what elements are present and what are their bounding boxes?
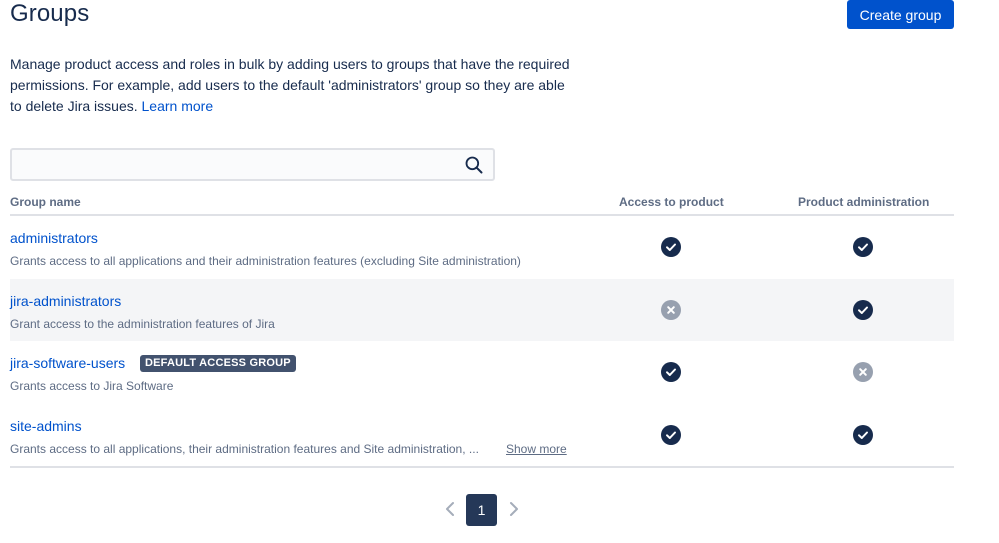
group-description: Grants access to Jira Software (10, 379, 174, 393)
table-row: site-admins Grants access to all applica… (10, 404, 954, 466)
page-title: Groups (10, 0, 90, 27)
column-header-group-name[interactable]: Group name (10, 195, 81, 209)
admin-granted-icon (853, 237, 873, 257)
chevron-right-icon[interactable] (506, 499, 522, 519)
pagination-page-current[interactable]: 1 (466, 494, 497, 526)
admin-denied-icon (853, 362, 873, 382)
search-box[interactable] (10, 148, 495, 181)
admin-granted-icon (853, 300, 873, 320)
table-row: administrators Grants access to all appl… (10, 216, 954, 278)
page-description: Manage product access and roles in bulk … (10, 54, 570, 117)
show-more-link[interactable]: Show more (506, 442, 567, 456)
group-description: Grant access to the administration featu… (10, 317, 275, 331)
search-input[interactable] (18, 154, 458, 175)
column-header-admin: Product administration (798, 195, 930, 209)
group-description: Grants access to all applications and th… (10, 254, 521, 268)
learn-more-link[interactable]: Learn more (142, 98, 214, 114)
group-name-link[interactable]: jira-software-users (10, 355, 125, 371)
access-granted-icon (661, 237, 681, 257)
admin-granted-icon (853, 425, 873, 445)
access-granted-icon (661, 425, 681, 445)
chevron-left-icon[interactable] (442, 499, 458, 519)
default-access-group-badge: DEFAULT ACCESS GROUP (140, 355, 296, 372)
access-denied-icon (661, 300, 681, 320)
group-description: Grants access to all applications, their… (10, 442, 479, 456)
table-row: jira-software-users DEFAULT ACCESS GROUP… (10, 341, 954, 403)
table-row: jira-administrators Grant access to the … (10, 279, 954, 341)
column-header-access: Access to product (619, 195, 724, 209)
group-name-link[interactable]: administrators (10, 230, 98, 246)
access-granted-icon (661, 362, 681, 382)
group-name-link[interactable]: site-admins (10, 418, 82, 434)
table-bottom-divider (10, 466, 954, 468)
description-text: Manage product access and roles in bulk … (10, 56, 570, 114)
group-name-link[interactable]: jira-administrators (10, 293, 121, 309)
search-icon[interactable] (464, 155, 484, 175)
create-group-button[interactable]: Create group (847, 0, 954, 29)
